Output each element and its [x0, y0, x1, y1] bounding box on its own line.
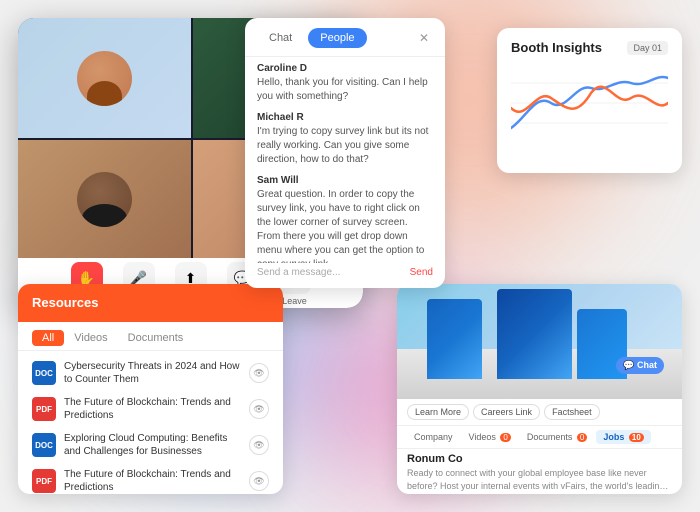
chat-input[interactable]: Send a message...	[257, 267, 410, 278]
message-text-1: Hello, thank you for visiting. Can I hel…	[257, 76, 433, 104]
resource-icon-1: DOC	[32, 361, 56, 385]
close-icon[interactable]: ✕	[415, 29, 433, 47]
insights-chart	[511, 63, 668, 153]
chat-message-1: Caroline D Hello, thank you for visiting…	[257, 63, 433, 104]
company-description: Ready to connect with your global employ…	[407, 467, 672, 492]
participant-avatar-3	[77, 172, 132, 227]
jobs-count: 10	[629, 433, 644, 442]
leave-label: Leave	[282, 296, 307, 306]
booth-card: 💬 Chat Learn More Careers Link Factsheet…	[397, 284, 682, 494]
chat-header: Chat People ✕	[245, 18, 445, 48]
booth-tabs: Company Videos 0 Documents 0 Jobs 10	[397, 426, 682, 449]
resource-view-2[interactable]: 👁	[249, 399, 269, 419]
chat-messages: Caroline D Hello, thank you for visiting…	[245, 63, 445, 263]
insights-card: Booth Insights Day 01	[497, 28, 682, 173]
message-sender-2: Michael R	[257, 112, 433, 123]
message-text-2: I'm trying to copy survey link but its n…	[257, 125, 433, 167]
message-text-3: Great question. In order to copy the sur…	[257, 188, 433, 263]
chat-tab-people[interactable]: People	[308, 28, 366, 48]
resource-icon-4: PDF	[32, 469, 56, 493]
chat-message-2: Michael R I'm trying to copy survey link…	[257, 112, 433, 167]
careers-link-chip[interactable]: Careers Link	[473, 404, 540, 420]
insights-title: Booth Insights	[511, 40, 602, 55]
chat-divider	[245, 56, 445, 57]
booth-virtual-image: 💬 Chat	[397, 284, 682, 399]
booth-company-info: Ronum Co Ready to connect with your glob…	[397, 449, 682, 494]
resources-header: Resources	[18, 284, 283, 322]
resource-label-3: Exploring Cloud Computing: Benefits and …	[64, 432, 241, 458]
booth-stand-center	[497, 289, 572, 379]
resource-item-3: DOC Exploring Cloud Computing: Benefits …	[18, 427, 283, 463]
booth-tab-videos[interactable]: Videos 0	[462, 430, 518, 444]
factsheet-chip[interactable]: Factsheet	[544, 404, 600, 420]
resource-view-1[interactable]: 👁	[249, 363, 269, 383]
documents-count: 0	[577, 433, 587, 442]
chat-message-3: Sam Will Great question. In order to cop…	[257, 175, 433, 263]
learn-more-chip[interactable]: Learn More	[407, 404, 469, 420]
booth-stand-left	[427, 299, 482, 379]
resource-view-3[interactable]: 👁	[249, 435, 269, 455]
resource-label-1: Cybersecurity Threats in 2024 and How to…	[64, 360, 241, 386]
resource-icon-2: PDF	[32, 397, 56, 421]
resource-label-4: The Future of Blockchain: Trends and Pre…	[64, 468, 241, 494]
videos-count: 0	[500, 433, 510, 442]
resource-icon-3: DOC	[32, 433, 56, 457]
booth-tab-jobs[interactable]: Jobs 10	[596, 430, 650, 444]
resources-title: Resources	[32, 295, 98, 310]
resource-item-1: DOC Cybersecurity Threats in 2024 and Ho…	[18, 355, 283, 391]
insights-chart-svg	[511, 63, 668, 148]
resource-item-2: PDF The Future of Blockchain: Trends and…	[18, 391, 283, 427]
resource-label-2: The Future of Blockchain: Trends and Pre…	[64, 396, 241, 422]
resources-list: DOC Cybersecurity Threats in 2024 and Ho…	[18, 351, 283, 494]
message-sender-3: Sam Will	[257, 175, 433, 186]
message-sender-1: Caroline D	[257, 63, 433, 74]
insights-header: Booth Insights Day 01	[511, 40, 668, 55]
video-cell-3	[18, 138, 191, 258]
insights-date-badge: Day 01	[627, 41, 668, 55]
booth-chat-button[interactable]: 💬 Chat	[616, 357, 664, 374]
resource-item-4: PDF The Future of Blockchain: Trends and…	[18, 463, 283, 494]
chat-footer: Send a message... Send	[245, 263, 445, 282]
resources-tab-documents[interactable]: Documents	[118, 330, 194, 346]
resources-tabs: All Videos Documents	[18, 322, 283, 351]
chat-tab-chat[interactable]: Chat	[257, 28, 304, 48]
resources-tab-videos[interactable]: Videos	[64, 330, 117, 346]
resource-view-4[interactable]: 👁	[249, 471, 269, 491]
chat-send-button[interactable]: Send	[410, 267, 433, 278]
booth-tab-documents[interactable]: Documents 0	[520, 430, 595, 444]
video-cell-1	[18, 18, 191, 138]
resources-card: Resources All Videos Documents DOC Cyber…	[18, 284, 283, 494]
company-name: Ronum Co	[407, 453, 672, 465]
resources-tab-all[interactable]: All	[32, 330, 64, 346]
chat-panel: Chat People ✕ Caroline D Hello, thank yo…	[245, 18, 445, 288]
participant-avatar-1	[77, 51, 132, 106]
booth-tab-company[interactable]: Company	[407, 430, 460, 444]
booth-action-bar: Learn More Careers Link Factsheet	[397, 399, 682, 426]
